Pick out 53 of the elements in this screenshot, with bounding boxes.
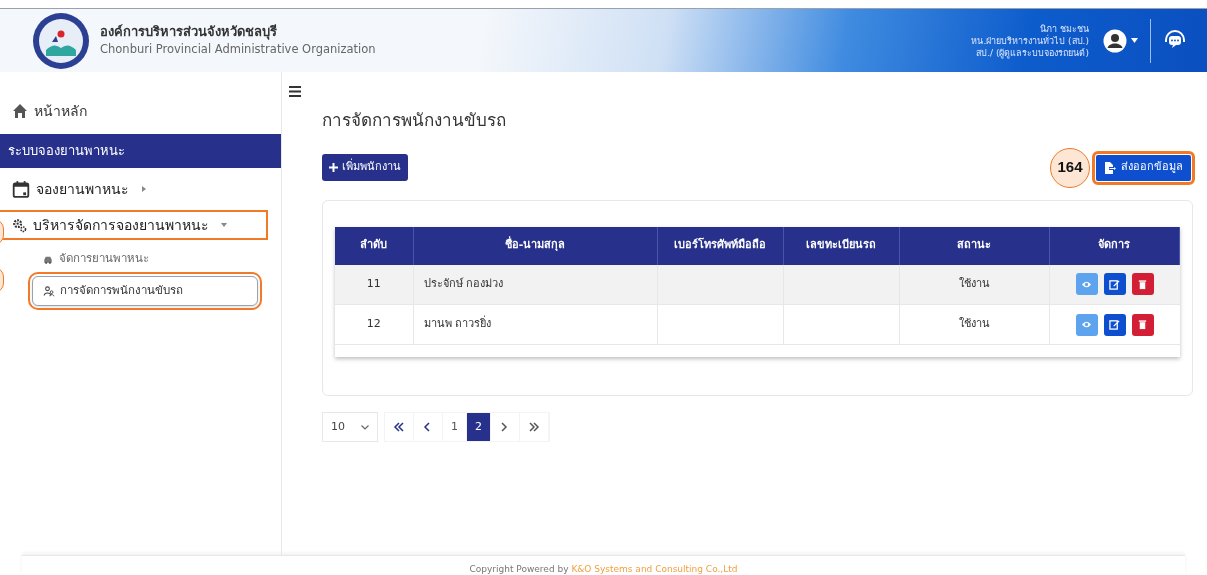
organization-subtitle: Chonburi Provincial Administrative Organization	[100, 41, 376, 58]
column-header: สถานะ	[899, 226, 1049, 265]
home-link[interactable]: หน้าหลัก	[12, 98, 87, 124]
caret-icon	[1131, 38, 1138, 43]
column-header: ชื่อ-นามสกุล	[413, 226, 657, 265]
sidebar-submenu-item[interactable]: จัดการยานพาหนะ	[42, 248, 149, 270]
page-title: การจัดการพนักงานขับรถ	[322, 109, 507, 132]
trash-icon	[1137, 319, 1148, 330]
column-header: เลขทะเบียนรถ	[783, 226, 899, 265]
edit-icon	[1109, 278, 1120, 290]
chevron-down-icon	[361, 424, 369, 430]
user-role: สป./ (ผู้ดูแลระบบจองรถยนต์)	[976, 46, 1089, 59]
sidebar-section-header: ระบบจองยานพาหนะ	[0, 134, 281, 168]
caret-right-icon	[141, 186, 147, 192]
table-cell: 11	[366, 277, 381, 290]
table-cell: ประจักษ์ กองม่วง	[423, 277, 503, 290]
first-page-icon	[393, 422, 405, 432]
trash-icon	[1137, 278, 1148, 290]
edit-button[interactable]	[1103, 273, 1126, 296]
table-cell: ใช้งาน	[958, 317, 990, 331]
delete-button[interactable]	[1131, 313, 1154, 336]
users-icon	[43, 285, 55, 297]
table-cell: 12	[366, 317, 381, 331]
user-name: นิภา ชมะชน	[1040, 22, 1089, 35]
calendar-icon	[12, 180, 30, 198]
table-cell: มานพ ถาวรยิ่ง	[423, 317, 491, 331]
sidebar-menu-item[interactable]: จองยานพาหนะ	[0, 176, 155, 202]
edit-button[interactable]	[1103, 313, 1126, 336]
page-size-select[interactable]: 10	[322, 412, 378, 442]
column-header: เบอร์โทรศัพท์มือถือ	[657, 226, 783, 265]
add-employee-button[interactable]: เพิ่มพนักงาน	[322, 154, 408, 181]
emblem-icon	[32, 11, 90, 70]
last-page-icon	[528, 422, 540, 432]
caret-down-icon	[221, 222, 227, 228]
column-header: จัดการ	[1049, 226, 1180, 265]
sidebar-menu-item[interactable]: บริหารจัดการจองยานพาหนะ	[0, 212, 266, 238]
eye-icon	[1081, 319, 1092, 330]
copyright-text: Copyright Powered by K&O Systems and Consulting Co.,Ltd	[469, 563, 738, 575]
column-header: ลำดับ	[335, 226, 413, 265]
page-button[interactable]: 2	[467, 413, 491, 441]
plus-icon	[329, 163, 338, 172]
file-export-icon	[1104, 161, 1116, 174]
view-button[interactable]	[1075, 313, 1098, 336]
menu-icon	[289, 86, 301, 97]
table-cell: ใช้งาน	[958, 277, 990, 290]
user-avatar-icon	[1103, 28, 1127, 53]
delete-button[interactable]	[1131, 273, 1154, 296]
organization-name: องค์การบริหารส่วนจังหวัดชลบุรี	[100, 23, 278, 41]
home-icon	[12, 103, 28, 119]
user-menu-button[interactable]	[1103, 28, 1138, 53]
callout-badge: 164	[1050, 147, 1090, 188]
user-role: หน.ฝ่ายบริหารงานทั่วไป (สป.)	[971, 34, 1089, 47]
edit-icon	[1109, 319, 1120, 330]
